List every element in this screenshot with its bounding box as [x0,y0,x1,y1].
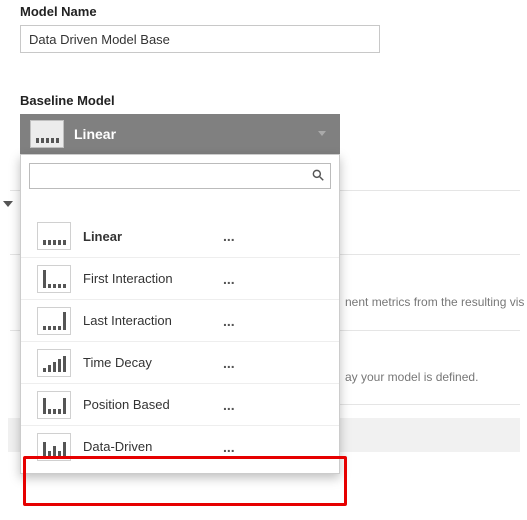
linear-icon [30,120,64,148]
option-last-interaction[interactable]: Last Interaction ... [21,299,339,341]
more-icon[interactable]: ... [223,271,235,287]
dropdown-search[interactable] [29,163,331,189]
option-position-based[interactable]: Position Based ... [21,383,339,425]
baseline-model-label: Baseline Model [0,93,527,108]
more-icon[interactable]: ... [223,439,235,455]
search-icon [306,168,330,185]
more-icon[interactable]: ... [223,397,235,413]
option-time-decay[interactable]: Time Decay ... [21,341,339,383]
background-hint-metrics: nent metrics from the resulting vis [345,295,524,309]
model-name-label: Model Name [0,4,527,19]
option-first-interaction[interactable]: First Interaction ... [21,257,339,299]
option-label: Data-Driven [83,439,223,454]
option-label: Linear [83,229,223,244]
option-label: First Interaction [83,271,223,286]
baseline-dropdown-panel: Linear ... First Interaction ... Last In… [20,154,340,474]
linear-icon [37,222,71,250]
data-driven-icon [37,433,71,461]
option-data-driven[interactable]: Data-Driven ... [21,425,339,467]
option-label: Time Decay [83,355,223,370]
disclosure-caret-icon [3,201,13,207]
option-label: Last Interaction [83,313,223,328]
option-label: Position Based [83,397,223,412]
background-hint-defined: ay your model is defined. [345,370,478,384]
chevron-down-icon [318,131,326,136]
baseline-model-dropdown[interactable]: Linear [20,114,340,154]
dropdown-search-input[interactable] [30,164,306,188]
first-interaction-icon [37,265,71,293]
more-icon[interactable]: ... [223,313,235,329]
time-decay-icon [37,349,71,377]
model-name-input[interactable] [20,25,380,53]
last-interaction-icon [37,307,71,335]
more-icon[interactable]: ... [223,228,235,244]
more-icon[interactable]: ... [223,355,235,371]
baseline-selected-label: Linear [74,126,116,142]
position-based-icon [37,391,71,419]
option-linear[interactable]: Linear ... [21,215,339,257]
